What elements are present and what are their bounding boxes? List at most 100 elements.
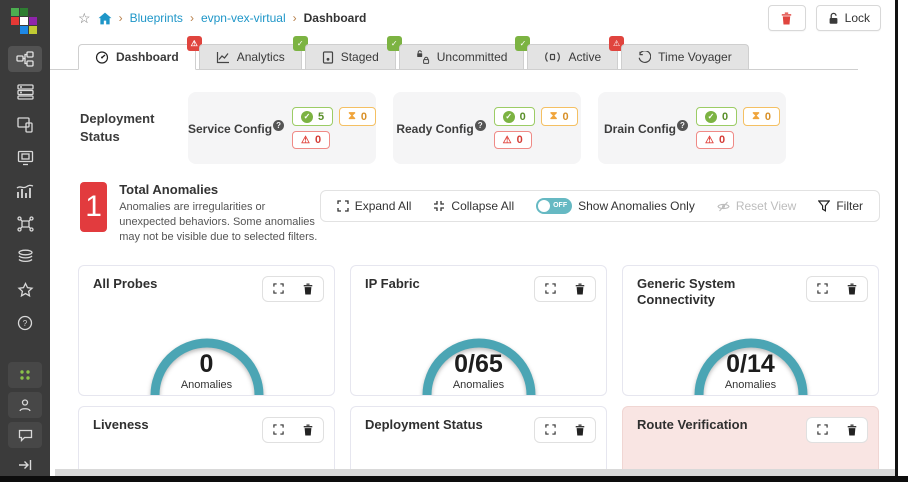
- tab-time-voyager[interactable]: Time Voyager: [621, 44, 749, 69]
- delete-blueprint-button[interactable]: [768, 5, 806, 31]
- service-config-group: Service Config? ✓5 ⧗0 ⚠0: [188, 92, 376, 164]
- svg-text:?: ?: [23, 319, 28, 328]
- deployment-status-label: Deployment Status: [80, 110, 188, 145]
- failed-count-badge[interactable]: ⚠0: [292, 131, 330, 149]
- design-icon: [17, 117, 34, 133]
- pending-count-badge[interactable]: ⧗0: [541, 107, 578, 126]
- card-actions: [534, 276, 596, 302]
- sidebar-item-tasks[interactable]: [8, 362, 42, 388]
- delete-card-button[interactable]: [293, 418, 323, 442]
- tab-staged[interactable]: Staged ✓: [305, 44, 396, 69]
- reset-view-button[interactable]: Reset View: [717, 199, 796, 213]
- drain-config-group: Drain Config? ✓0 ⧗0 ⚠0: [598, 92, 786, 164]
- ready-config-label: Ready Config?: [396, 120, 485, 136]
- card-ip-fabric: IP Fabric 0/65Anomalies: [350, 265, 607, 396]
- sidebar-item-help[interactable]: ?: [8, 310, 42, 336]
- delete-card-button[interactable]: [293, 277, 323, 301]
- card-title: IP Fabric: [365, 276, 420, 292]
- expand-card-button[interactable]: [807, 277, 837, 301]
- card-title: Route Verification: [637, 417, 748, 433]
- filter-button[interactable]: Filter: [818, 199, 863, 213]
- tab-dashboard[interactable]: Dashboard ⚠: [78, 44, 196, 70]
- sidebar-item-blueprints[interactable]: [8, 46, 42, 72]
- card-title: Deployment Status: [365, 417, 483, 433]
- help-icon[interactable]: ?: [677, 120, 688, 131]
- help-icon[interactable]: ?: [475, 120, 486, 131]
- expand-card-button[interactable]: [807, 418, 837, 442]
- breadcrumb-blueprints[interactable]: Blueprints: [130, 11, 183, 25]
- delete-card-button[interactable]: [565, 277, 595, 301]
- horizontal-scrollbar[interactable]: [55, 469, 898, 476]
- expand-icon: [545, 424, 556, 435]
- lock-button[interactable]: Lock: [816, 5, 881, 31]
- tab-active[interactable]: Active ⚠: [527, 44, 618, 69]
- unlock-icon: [827, 12, 840, 25]
- breadcrumb-separator: [293, 11, 297, 25]
- hourglass-icon: ⧗: [348, 110, 356, 123]
- favorite-star-icon[interactable]: ☆: [78, 10, 91, 27]
- expand-card-button[interactable]: [263, 418, 293, 442]
- window-right-border: [895, 0, 898, 482]
- card-generic-system-connectivity: Generic System Connectivity 0/14 Anomalie…: [622, 265, 879, 396]
- devices-icon: [17, 84, 34, 100]
- main-content: ☆ Blueprints evpn-vex-virtual Dashboard: [50, 0, 895, 476]
- expand-card-button[interactable]: [535, 277, 565, 301]
- tab-analytics[interactable]: Analytics ✓: [199, 44, 302, 69]
- tab-label: Time Voyager: [658, 50, 732, 64]
- collapse-all-label: Collapse All: [451, 199, 514, 213]
- gauge-label: Anomalies: [689, 379, 813, 391]
- breadcrumb-blueprint-name[interactable]: evpn-vex-virtual: [201, 11, 286, 25]
- expand-icon: [545, 283, 556, 294]
- pending-count-badge[interactable]: ⧗0: [743, 107, 780, 126]
- gauge-value: 0: [145, 352, 269, 377]
- sidebar-item-devices[interactable]: [8, 79, 42, 105]
- success-count-badge[interactable]: ✓0: [494, 107, 535, 126]
- help-icon[interactable]: ?: [273, 120, 284, 131]
- expand-icon: [817, 424, 828, 435]
- failed-count-badge[interactable]: ⚠0: [696, 131, 734, 149]
- sidebar-item-external-systems[interactable]: [8, 211, 42, 237]
- check-icon: ✓: [301, 111, 313, 123]
- breadcrumb-current: Dashboard: [304, 11, 367, 25]
- support-chat-icon: [18, 429, 33, 442]
- total-anomalies-count: 1: [80, 182, 107, 232]
- anomaly-gauge: 0/65Anomalies: [417, 329, 541, 396]
- card-title: Generic System Connectivity: [637, 276, 787, 309]
- expand-card-button[interactable]: [535, 418, 565, 442]
- collapse-all-button[interactable]: Collapse All: [433, 199, 514, 213]
- help-icon: ?: [17, 315, 33, 331]
- success-count-badge[interactable]: ✓0: [696, 107, 737, 126]
- sidebar-item-support-chat[interactable]: [8, 422, 42, 448]
- delete-card-button[interactable]: [837, 277, 867, 301]
- anomaly-gauge: 0Anomalies: [145, 329, 269, 396]
- service-config-label: Service Config?: [188, 120, 284, 136]
- delete-card-button[interactable]: [837, 418, 867, 442]
- card-actions: [262, 417, 324, 443]
- show-anomalies-toggle[interactable]: OFF: [536, 198, 572, 214]
- favorites-star-icon: [17, 282, 34, 298]
- tab-label: Dashboard: [116, 50, 179, 64]
- pending-count-badge[interactable]: ⧗0: [339, 107, 376, 126]
- sidebar-item-logout[interactable]: [8, 452, 42, 478]
- sidebar-item-user[interactable]: [8, 392, 42, 418]
- home-icon[interactable]: [98, 12, 112, 25]
- sidebar-item-resources[interactable]: [8, 145, 42, 171]
- expand-all-button[interactable]: Expand All: [337, 199, 412, 213]
- apstra-logo-icon: [11, 8, 39, 36]
- gauge-value: 0/14: [689, 352, 813, 377]
- expand-card-button[interactable]: [263, 277, 293, 301]
- sidebar-item-design[interactable]: [8, 112, 42, 138]
- trash-icon: [847, 283, 857, 295]
- gauge-value: 0/65: [417, 352, 541, 377]
- tab-uncommitted[interactable]: Uncommitted ✓: [399, 44, 525, 69]
- filter-icon: [818, 200, 830, 212]
- drain-config-label: Drain Config?: [604, 120, 688, 136]
- failed-count-badge[interactable]: ⚠0: [494, 131, 532, 149]
- app-window: ?: [0, 0, 908, 482]
- blueprints-icon: [16, 51, 34, 67]
- sidebar-item-favorites[interactable]: [8, 277, 42, 303]
- delete-card-button[interactable]: [565, 418, 595, 442]
- sidebar-item-analytics[interactable]: [8, 178, 42, 204]
- success-count-badge[interactable]: ✓5: [292, 107, 333, 126]
- sidebar-item-platform[interactable]: [8, 244, 42, 270]
